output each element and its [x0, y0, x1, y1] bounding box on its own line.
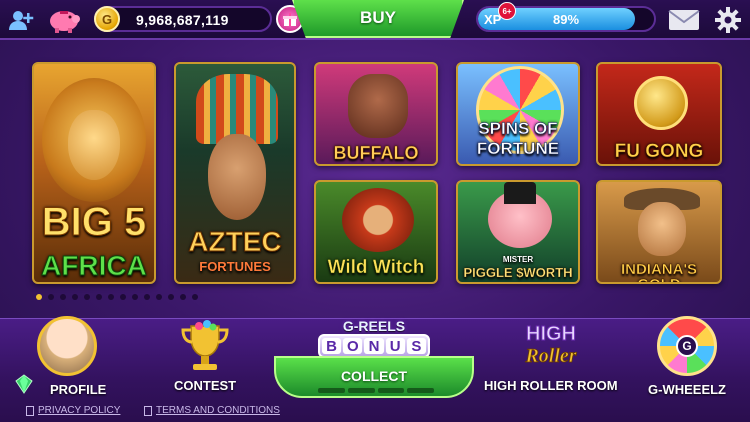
page-dot[interactable] [168, 294, 174, 300]
bonus-reels: B O N U S [318, 334, 430, 358]
gear-icon[interactable] [714, 6, 742, 34]
page-dot[interactable] [96, 294, 102, 300]
bonus-letter: N [364, 338, 384, 355]
document-icon [144, 405, 152, 416]
game-subtitle: FORTUNES [199, 259, 271, 274]
game-tile-spins-of-fortune[interactable]: SPINS OF FORTUNE [456, 62, 580, 166]
page-dot[interactable] [48, 294, 54, 300]
greels-title: G-REELS [342, 318, 406, 334]
collect-progress-segment [377, 388, 405, 393]
high-roller-logo-line2: Roller [524, 345, 576, 367]
contest-label: CONTEST [174, 378, 237, 393]
page-dot[interactable] [132, 294, 138, 300]
page-dot[interactable] [60, 294, 66, 300]
profile-button[interactable]: PROFILE [28, 316, 106, 397]
game-title: BIG 5 [41, 200, 147, 244]
trophy-icon [177, 318, 233, 374]
high-roller-logo-line1: HIGH [526, 323, 576, 345]
collect-button[interactable]: COLLECT [274, 356, 474, 398]
bonus-letter: B [322, 338, 342, 355]
bonus-letter: S [406, 338, 427, 355]
high-roller-label: HIGH ROLLER ROOM [484, 378, 618, 393]
game-tile-buffalo[interactable]: BUFFALO [314, 62, 438, 166]
game-subtitle: AFRICA [41, 250, 148, 281]
game-title: BUFFALO [333, 143, 419, 163]
page-indicator[interactable] [36, 294, 198, 300]
game-tile-aztec-fortunes[interactable]: AZTEC FORTUNES [174, 62, 296, 284]
coin-icon: G [94, 6, 120, 32]
gold-coin-artwork [634, 76, 688, 130]
mail-icon[interactable] [668, 8, 700, 32]
terms-label: TERMS AND CONDITIONS [156, 405, 280, 416]
page-dot[interactable] [72, 294, 78, 300]
g-wheeelz-label: G-WHEEELZ [648, 382, 726, 397]
privacy-policy-link[interactable]: PRIVACY POLICY [26, 405, 120, 416]
game-tile-big-5-africa[interactable]: BIG 5 AFRICA [32, 62, 156, 284]
high-roller-logo: HIGH Roller [506, 320, 596, 370]
game-tile-mister-piggle-sworth[interactable]: MISTER PIGGLE $WORTH [456, 180, 580, 284]
woman-face-artwork [208, 134, 266, 220]
coin-balance[interactable]: G 9,968,687,119 [94, 6, 272, 32]
privacy-policy-label: PRIVACY POLICY [38, 405, 121, 416]
game-title: INDIANA'S GOLD [620, 261, 698, 282]
witch-artwork [342, 188, 414, 252]
collect-progress [318, 388, 434, 393]
game-subtitle: FORTUNE [476, 139, 560, 158]
wheel-hub: G [676, 335, 698, 357]
game-tile-wild-witch[interactable]: Wild Witch [314, 180, 438, 284]
game-tile-fu-gong[interactable]: FU GONG [596, 62, 722, 166]
buffalo-artwork [348, 74, 408, 138]
piggy-bank-icon[interactable] [46, 4, 82, 34]
coin-balance-value: 9,968,687,119 [136, 12, 229, 28]
page-dot[interactable] [192, 294, 198, 300]
explorer-artwork [638, 202, 686, 256]
page-dot[interactable] [144, 294, 150, 300]
terms-link[interactable]: TERMS AND CONDITIONS [144, 405, 280, 416]
contest-button[interactable]: CONTEST [174, 318, 236, 393]
buy-button[interactable]: BUY [292, 0, 464, 38]
game-title: PIGGLE $WORTH [463, 265, 573, 280]
page-dot[interactable] [156, 294, 162, 300]
game-tile-indianas-gold[interactable]: INDIANA'S GOLD [596, 180, 722, 284]
add-friend-icon[interactable] [8, 8, 34, 32]
g-wheeelz-button[interactable]: G G-WHEEELZ [648, 316, 726, 397]
bonus-letter: U [385, 338, 405, 355]
avatar [37, 316, 98, 376]
game-subtitle: MISTER [502, 255, 534, 264]
top-bar: G 9,968,687,119 BUY XP 89% 6+ [0, 0, 750, 40]
level-badge: 6+ [498, 2, 516, 20]
collect-label: COLLECT [340, 368, 408, 384]
page-dot[interactable] [84, 294, 90, 300]
page-dot[interactable] [120, 294, 126, 300]
game-title: AZTEC [188, 226, 282, 257]
top-hat-artwork [504, 182, 536, 204]
prize-wheel-icon: G [657, 316, 717, 376]
game-title: SPINS OF [478, 119, 558, 138]
game-title: FU GONG [614, 141, 704, 162]
bonus-letter: O [343, 338, 363, 355]
lion-face-artwork [68, 110, 120, 180]
game-title: Wild Witch [327, 257, 425, 278]
collect-progress-segment [318, 388, 345, 393]
page-dot[interactable] [36, 294, 42, 300]
page-dot[interactable] [180, 294, 186, 300]
profile-label: PROFILE [50, 382, 107, 397]
collect-progress-segment [407, 388, 434, 393]
high-roller-room-button[interactable]: HIGH Roller HIGH ROLLER ROOM [484, 320, 618, 394]
collect-progress-segment [347, 388, 375, 393]
page-dot[interactable] [108, 294, 114, 300]
document-icon [26, 405, 34, 416]
gem-icon[interactable] [14, 374, 34, 394]
